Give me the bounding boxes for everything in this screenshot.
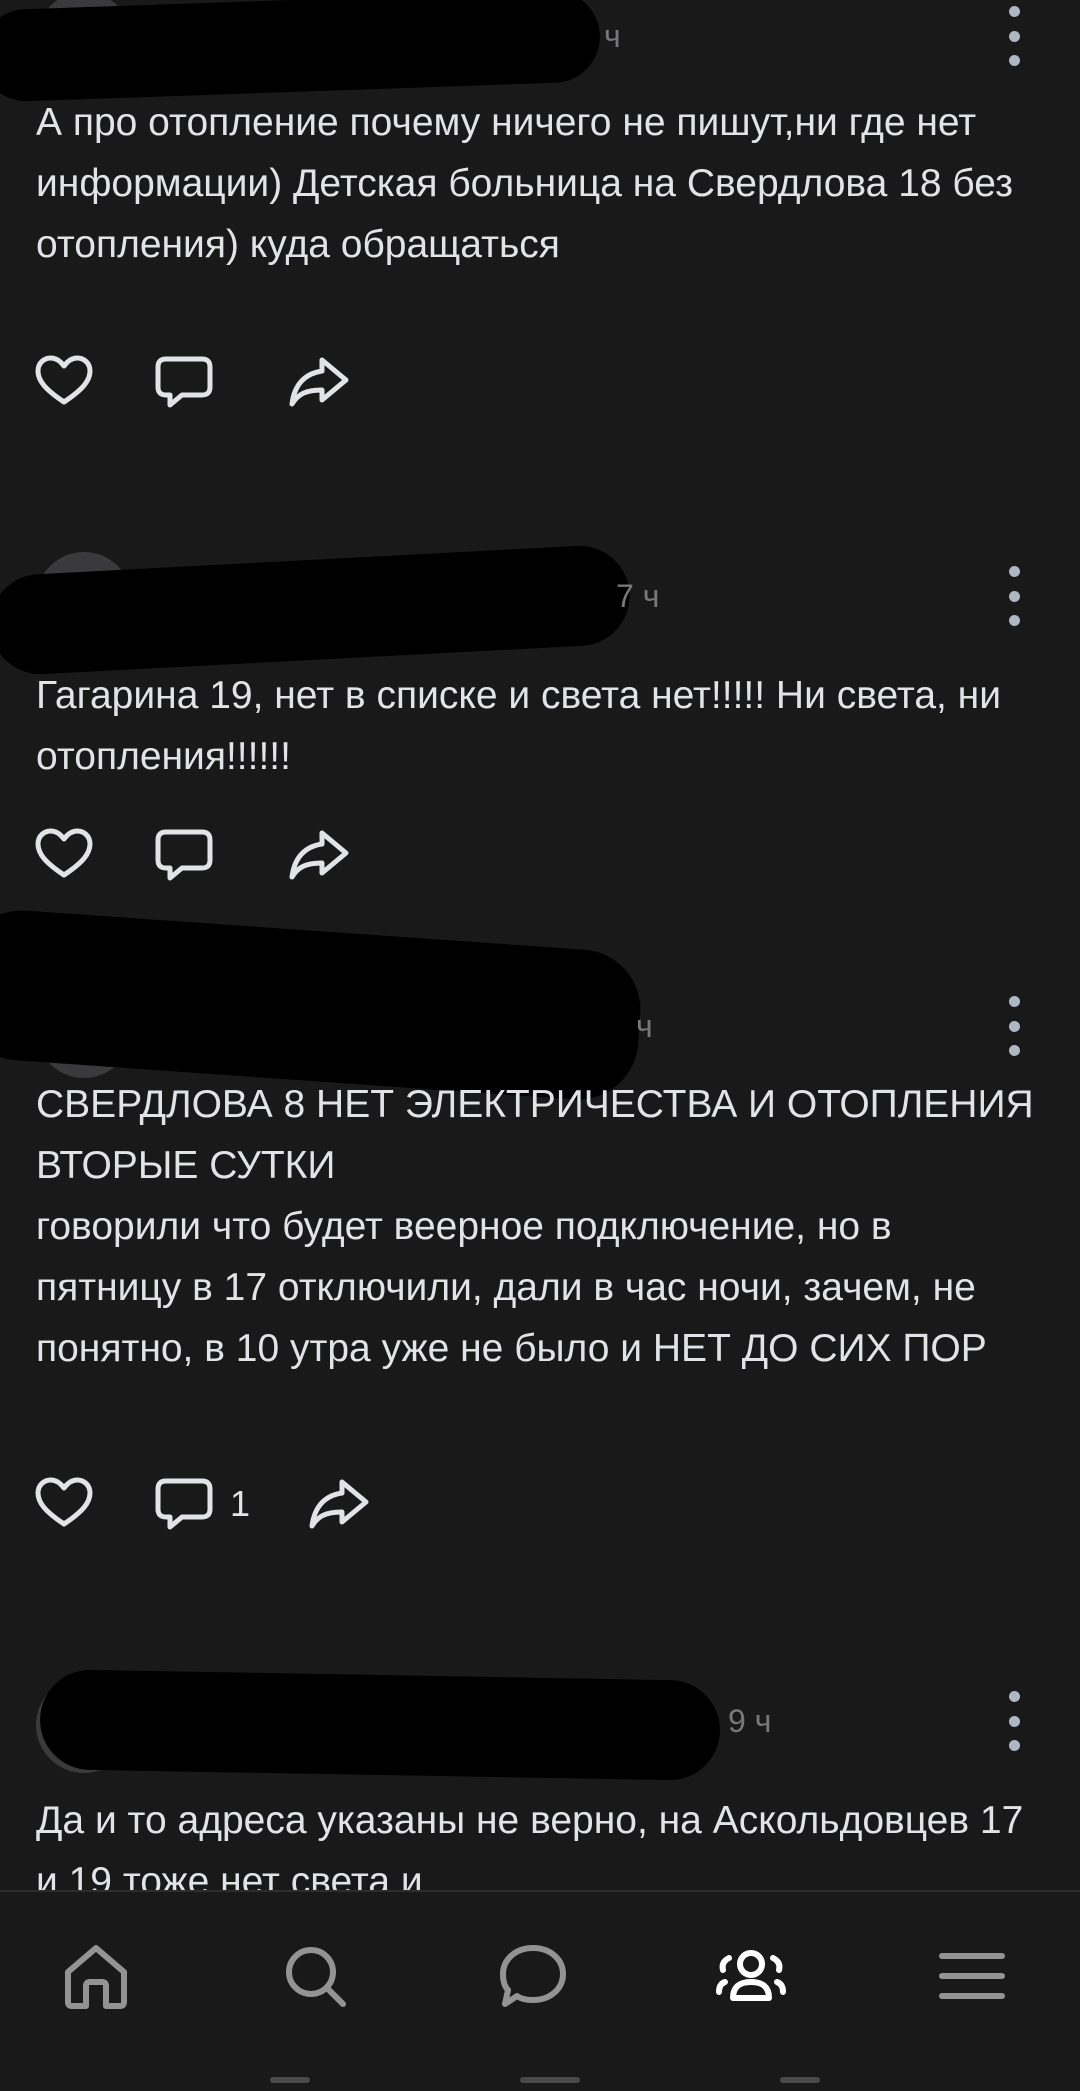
- messages-icon: [500, 1945, 566, 2007]
- comment: 9 ч Да и то адреса указаны не верно, на …: [0, 1665, 1080, 1890]
- comment-text: Гагарина 19, нет в списке и света нет!!!…: [36, 674, 1012, 778]
- comment: ч СВЕРДЛОВА 8 НЕТ ЭЛЕКТРИЧЕСТВА И ОТОПЛЕ…: [0, 906, 1080, 1570]
- speech-bubble-icon: [155, 829, 213, 881]
- heart-icon: [35, 355, 93, 405]
- comment-button[interactable]: [152, 823, 230, 887]
- tab-home[interactable]: [36, 1916, 156, 2036]
- comment-button[interactable]: [152, 350, 230, 414]
- redacted-author-name: [0, 0, 602, 103]
- comment-count: 1: [230, 1483, 251, 1524]
- comment-time: 9 ч: [728, 1703, 772, 1739]
- comment-actions: 1: [32, 1472, 426, 1536]
- home-icon: [65, 1945, 127, 2009]
- comments-feed: ч А про отопление почему ничего не пишут…: [0, 0, 1080, 1890]
- share-button[interactable]: [306, 1472, 370, 1536]
- comment-time: 7 ч: [616, 578, 660, 614]
- tab-search[interactable]: [255, 1916, 375, 2036]
- system-navigation-bar: [0, 2055, 1080, 2089]
- menu-icon: [939, 1953, 1005, 1999]
- comment: ч А про отопление почему ничего не пишут…: [0, 0, 1080, 460]
- comment-actions: [32, 823, 406, 887]
- tab-messages[interactable]: [473, 1916, 593, 2036]
- comment-header: 7 ч: [0, 540, 1080, 677]
- system-home-hint[interactable]: [520, 2077, 580, 2083]
- search-icon: [286, 1947, 346, 2007]
- comment-header: ч: [0, 0, 1080, 103]
- share-arrow-icon: [289, 357, 349, 407]
- system-back-hint[interactable]: [270, 2077, 310, 2083]
- comment-text: А про отопление почему ничего не пишут,н…: [36, 101, 1024, 266]
- comment-header: 9 ч: [0, 1665, 1080, 1781]
- share-arrow-icon: [309, 1479, 369, 1529]
- comment: 7 ч Гагарина 19, нет в списке и света не…: [0, 540, 1080, 900]
- more-options-button[interactable]: [1002, 1691, 1026, 1751]
- comment-time: ч: [636, 1008, 653, 1044]
- share-button[interactable]: [286, 823, 350, 887]
- tab-communities[interactable]: [691, 1916, 811, 2036]
- share-arrow-icon: [289, 830, 349, 880]
- more-options-button[interactable]: [1002, 996, 1026, 1056]
- heart-icon: [35, 1477, 93, 1527]
- system-recents-hint[interactable]: [780, 2077, 820, 2083]
- like-button[interactable]: [32, 1472, 96, 1536]
- more-options-button[interactable]: [1002, 6, 1026, 66]
- comment-header: ч: [0, 906, 1080, 1104]
- comment-text: Да и то адреса указаны не верно, на Аско…: [36, 1799, 1035, 1890]
- comment-button[interactable]: 1: [152, 1472, 250, 1536]
- communities-icon: [716, 1950, 786, 2001]
- like-button[interactable]: [32, 823, 96, 887]
- more-options-button[interactable]: [1002, 566, 1026, 626]
- comment-text: СВЕРДЛОВА 8 НЕТ ЭЛЕКТРИЧЕСТВА И ОТОПЛЕНИ…: [36, 1083, 1034, 1370]
- speech-bubble-icon: [155, 356, 213, 408]
- heart-icon: [35, 828, 93, 878]
- comment-actions: [32, 350, 406, 414]
- tab-menu[interactable]: [912, 1916, 1032, 2036]
- like-button[interactable]: [32, 350, 96, 414]
- comment-time: ч: [604, 18, 621, 54]
- share-button[interactable]: [286, 350, 350, 414]
- speech-bubble-icon: [155, 1478, 213, 1530]
- redacted-author-name: [39, 1669, 721, 1781]
